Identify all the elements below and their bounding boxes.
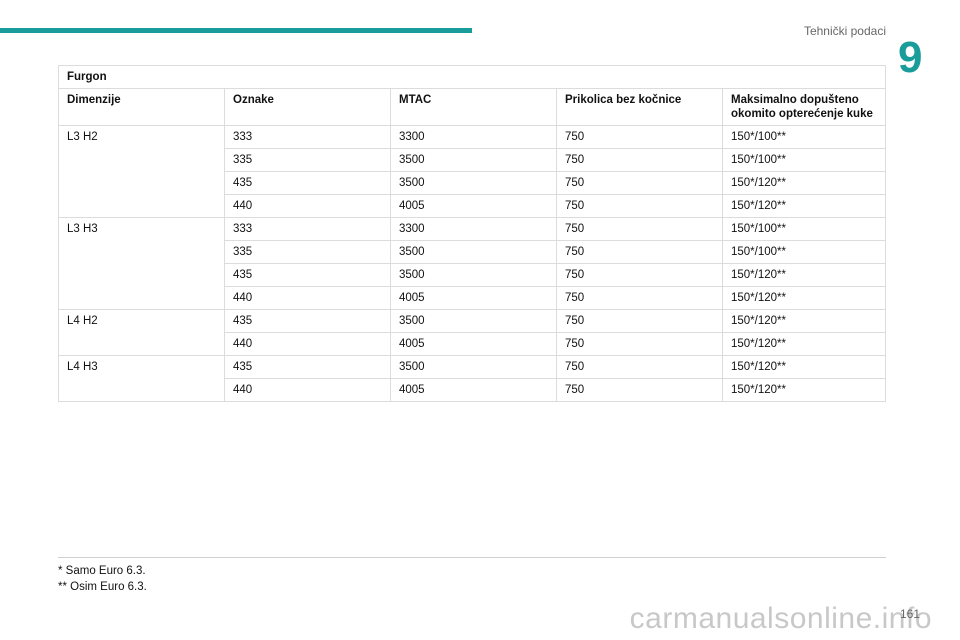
nose-weight-cell: 150*/120** <box>722 355 886 379</box>
table-title-row: Furgon <box>58 65 886 89</box>
trailer-unbraked-cell: 750 <box>556 332 723 356</box>
mtac-cell: 4005 <box>390 332 557 356</box>
code-cell: 333 <box>224 217 391 241</box>
section-title: Tehnički podaci <box>803 24 886 38</box>
code-cell: 440 <box>224 378 391 402</box>
nose-weight-cell: 150*/120** <box>722 171 886 195</box>
mtac-cell: 3500 <box>390 240 557 264</box>
table-row: L4 H3 435 3500 750 150*/120** <box>58 355 886 402</box>
trailer-unbraked-cell: 750 <box>556 148 723 172</box>
dimension-cell: L3 H2 <box>58 125 225 218</box>
table-title: Furgon <box>58 65 886 89</box>
trailer-unbraked-cell: 750 <box>556 125 723 149</box>
watermark: carmanualsonline.info <box>629 602 932 635</box>
code-cell: 440 <box>224 286 391 310</box>
nose-weight-cell: 150*/120** <box>722 309 886 333</box>
code-cell: 333 <box>224 125 391 149</box>
chapter-number: 9 <box>898 33 923 82</box>
dimension-cell: L4 H2 <box>58 309 225 356</box>
mtac-cell: 4005 <box>390 286 557 310</box>
footnote-divider <box>58 557 886 558</box>
code-cell: 440 <box>224 332 391 356</box>
mtac-cell: 3500 <box>390 355 557 379</box>
trailer-unbraked-cell: 750 <box>556 309 723 333</box>
chapter-accent-bar <box>0 28 472 33</box>
nose-weight-cell: 150*/120** <box>722 194 886 218</box>
column-header-dimensions: Dimenzije <box>58 88 225 126</box>
table-header-row: Dimenzije Oznake MTAC Prikolica bez kočn… <box>58 88 886 126</box>
towing-specs-table: Furgon Dimenzije Oznake MTAC Prikolica b… <box>58 65 886 402</box>
trailer-unbraked-cell: 750 <box>556 355 723 379</box>
mtac-cell: 3500 <box>390 148 557 172</box>
column-header-trailer-unbraked: Prikolica bez kočnice <box>556 88 723 126</box>
nose-weight-cell: 150*/120** <box>722 332 886 356</box>
code-cell: 335 <box>224 148 391 172</box>
mtac-cell: 4005 <box>390 194 557 218</box>
nose-weight-cell: 150*/100** <box>722 125 886 149</box>
code-cell: 435 <box>224 171 391 195</box>
code-cell: 440 <box>224 194 391 218</box>
nose-weight-cell: 150*/100** <box>722 148 886 172</box>
trailer-unbraked-cell: 750 <box>556 378 723 402</box>
nose-weight-cell: 150*/120** <box>722 286 886 310</box>
nose-weight-cell: 150*/100** <box>722 217 886 241</box>
trailer-unbraked-cell: 750 <box>556 217 723 241</box>
nose-weight-cell: 150*/100** <box>722 240 886 264</box>
column-header-codes: Oznake <box>224 88 391 126</box>
mtac-cell: 3300 <box>390 217 557 241</box>
trailer-unbraked-cell: 750 <box>556 263 723 287</box>
table-row: L3 H2 333 3300 750 150*/100** <box>58 125 886 218</box>
nose-weight-cell: 150*/120** <box>722 263 886 287</box>
trailer-unbraked-cell: 750 <box>556 286 723 310</box>
mtac-cell: 3500 <box>390 263 557 287</box>
nose-weight-cell: 150*/120** <box>722 378 886 402</box>
trailer-unbraked-cell: 750 <box>556 171 723 195</box>
code-cell: 335 <box>224 240 391 264</box>
mtac-cell: 3500 <box>390 309 557 333</box>
footnote-1: * Samo Euro 6.3. <box>58 565 146 577</box>
table-row: L3 H3 333 3300 750 150*/100** <box>58 217 886 310</box>
dimension-cell: L3 H3 <box>58 217 225 310</box>
mtac-cell: 3300 <box>390 125 557 149</box>
column-header-max-nose-weight: Maksimalno dopušteno okomito opterećenje… <box>722 88 886 126</box>
trailer-unbraked-cell: 750 <box>556 194 723 218</box>
page-number: 161 <box>899 607 920 621</box>
mtac-cell: 3500 <box>390 171 557 195</box>
footnote-2: ** Osim Euro 6.3. <box>58 581 147 593</box>
code-cell: 435 <box>224 355 391 379</box>
column-header-mtac: MTAC <box>390 88 557 126</box>
code-cell: 435 <box>224 263 391 287</box>
trailer-unbraked-cell: 750 <box>556 240 723 264</box>
code-cell: 435 <box>224 309 391 333</box>
table-row: L4 H2 435 3500 750 150*/120** <box>58 309 886 356</box>
dimension-cell: L4 H3 <box>58 355 225 402</box>
mtac-cell: 4005 <box>390 378 557 402</box>
